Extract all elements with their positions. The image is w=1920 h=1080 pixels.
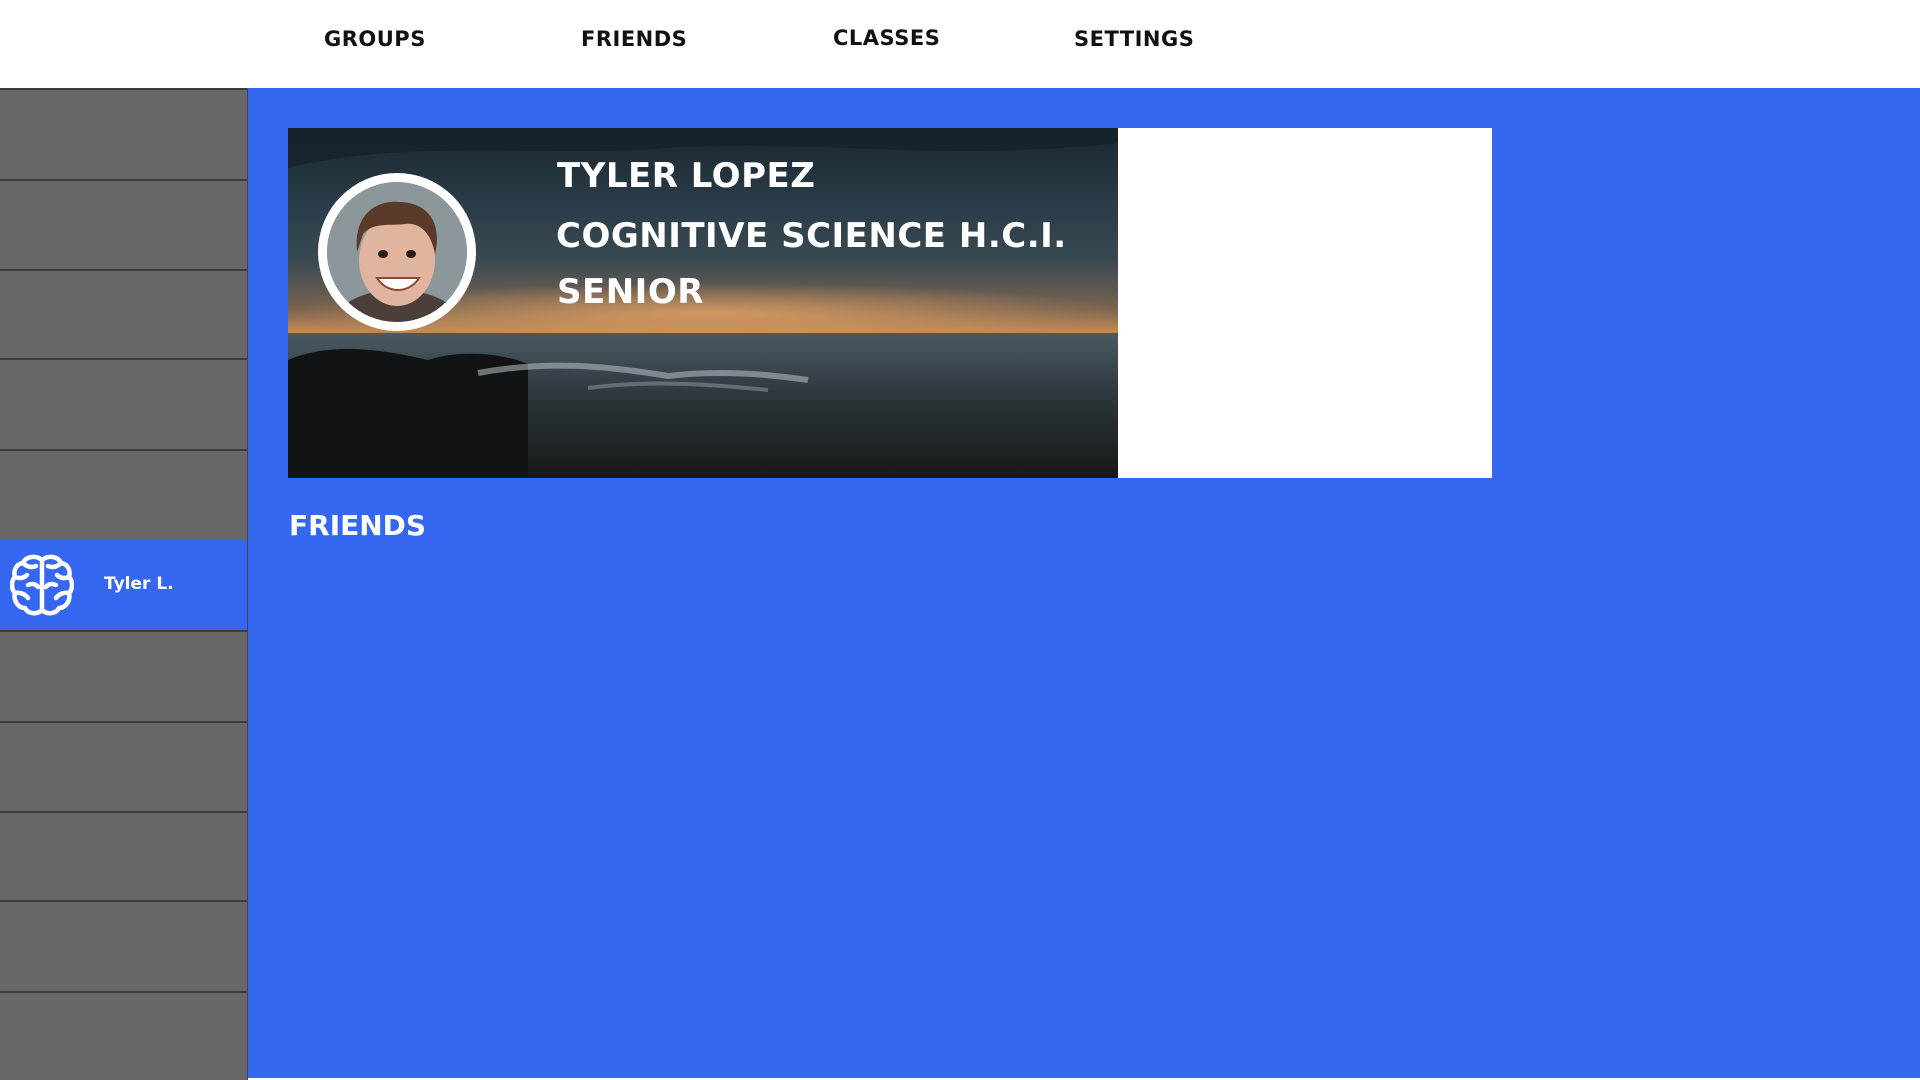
sidebar-item[interactable] — [0, 179, 247, 269]
sidebar-item-profile[interactable]: Tyler L. — [0, 540, 247, 630]
brain-icon — [9, 552, 75, 618]
sidebar-item[interactable] — [0, 900, 247, 991]
profile-major: COGNITIVE SCIENCE H.C.I. — [556, 216, 1067, 256]
avatar-photo — [327, 182, 467, 322]
sidebar: Tyler L. — [0, 88, 248, 1080]
friends-section-heading: FRIENDS — [289, 509, 427, 542]
sidebar-item[interactable] — [0, 88, 247, 179]
banner-side-panel — [1118, 128, 1492, 478]
top-navigation: GROUPS FRIENDS CLASSES SETTINGS — [0, 0, 1920, 88]
profile-year: SENIOR — [557, 272, 704, 312]
nav-classes[interactable]: CLASSES — [833, 26, 940, 50]
sidebar-item[interactable] — [0, 269, 247, 358]
sidebar-item[interactable] — [0, 449, 247, 540]
sidebar-item[interactable] — [0, 630, 247, 721]
sidebar-item[interactable] — [0, 991, 247, 1080]
sidebar-item[interactable] — [0, 721, 247, 811]
sidebar-item-label: Tyler L. — [104, 574, 174, 594]
nav-settings[interactable]: SETTINGS — [1074, 27, 1194, 51]
avatar[interactable] — [318, 173, 476, 331]
nav-friends[interactable]: FRIENDS — [581, 27, 687, 51]
sidebar-item[interactable] — [0, 358, 247, 449]
sidebar-item[interactable] — [0, 811, 247, 900]
profile-name: TYLER LOPEZ — [557, 156, 816, 196]
nav-groups[interactable]: GROUPS — [324, 27, 426, 51]
